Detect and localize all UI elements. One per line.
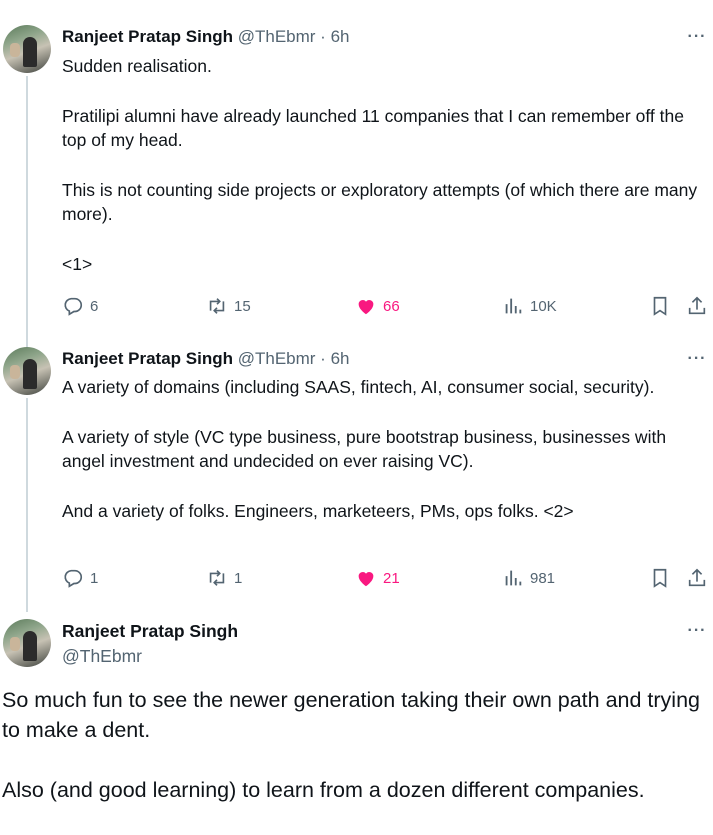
like-button[interactable]: 66 [355, 294, 400, 318]
avatar[interactable] [3, 619, 51, 667]
avatar[interactable] [3, 25, 51, 73]
tweet-paragraph: A variety of style (VC type business, pu… [62, 426, 667, 472]
timestamp[interactable]: 6h [331, 349, 350, 368]
more-icon[interactable]: ··· [687, 351, 707, 372]
tweet-paragraph: Also (and good learning) to learn from a… [2, 778, 645, 802]
retweet-icon [209, 570, 225, 586]
share-icon [688, 296, 706, 315]
more-icon[interactable]: ··· [687, 29, 707, 50]
tweet-text: Sudden realisation. Pratilipi alumni hav… [62, 54, 702, 276]
author-handle[interactable]: @ThEbmr [238, 27, 316, 46]
like-icon [358, 300, 374, 315]
views-button[interactable]: 10K [502, 294, 557, 318]
timestamp[interactable]: 6h [331, 27, 350, 46]
retweet-button[interactable]: 1 [206, 566, 242, 590]
views-button[interactable]: 981 [502, 566, 555, 590]
tweet-paragraph: A variety of domains (including SAAS, fi… [62, 377, 655, 397]
like-count: 21 [383, 569, 400, 587]
tweet-paragraph: And a variety of folks. Engineers, marke… [62, 500, 574, 521]
views-count: 10K [530, 297, 557, 315]
separator: · [320, 349, 326, 368]
like-icon [358, 572, 374, 587]
author-handle[interactable]: @ThEbmr [238, 349, 316, 368]
views-icon [505, 570, 522, 586]
reply-icon [64, 569, 83, 588]
share-button[interactable] [686, 566, 713, 590]
tweet-paragraph: This is not counting side projects or ex… [62, 179, 698, 225]
tweet-header: Ranjeet Pratap Singh @ThEbmr · 6h [62, 347, 350, 371]
tweet-header: Ranjeet Pratap Singh @ThEbmr · 6h [62, 25, 350, 49]
reply-button[interactable]: 6 [62, 294, 98, 318]
author-name[interactable]: Ranjeet Pratap Singh [62, 27, 233, 46]
retweet-icon [209, 298, 225, 314]
share-button[interactable] [686, 294, 713, 318]
bookmark-button[interactable] [649, 294, 677, 318]
retweet-button[interactable]: 15 [206, 294, 251, 318]
bookmark-button[interactable] [649, 566, 677, 590]
share-icon [688, 568, 706, 587]
author-name[interactable]: Ranjeet Pratap Singh [62, 349, 233, 368]
tweet-text: So much fun to see the newer generation … [2, 685, 707, 835]
retweet-count: 15 [234, 297, 251, 315]
tweet-2[interactable]: Ranjeet Pratap Singh @ThEbmr · 6h ··· A … [0, 330, 713, 600]
views-count: 981 [530, 569, 556, 587]
reply-count: 1 [90, 569, 99, 587]
author-handle[interactable]: @ThEbmr [62, 644, 142, 668]
like-button[interactable]: 21 [355, 566, 400, 590]
tweet-paragraph: So much fun to see the newer generation … [2, 688, 700, 742]
more-icon[interactable]: ··· [687, 623, 707, 644]
views-icon [505, 298, 522, 314]
avatar[interactable] [3, 347, 51, 395]
reply-count: 6 [90, 297, 99, 315]
retweet-count: 1 [234, 569, 243, 587]
bookmark-icon [653, 296, 667, 316]
tweet-paragraph: Pratilipi alumni have already launched 1… [62, 105, 684, 151]
reply-icon [64, 297, 83, 316]
like-count: 66 [383, 297, 400, 315]
author-name[interactable]: Ranjeet Pratap Singh [62, 619, 238, 643]
action-bar: 1 1 21 981 [62, 566, 713, 590]
tweet-text: A variety of domains (including SAAS, fi… [62, 375, 702, 523]
separator: · [320, 27, 326, 46]
action-bar: 6 15 66 10K [62, 294, 713, 318]
tweet-paragraph: <1> [62, 253, 93, 274]
tweet-1[interactable]: Ranjeet Pratap Singh @ThEbmr · 6h ··· Su… [0, 0, 713, 330]
tweet-paragraph: Sudden realisation. [62, 56, 212, 76]
reply-button[interactable]: 1 [62, 566, 98, 590]
bookmark-icon [653, 568, 667, 588]
main-tweet[interactable]: Ranjeet Pratap Singh @ThEbmr ··· So much… [0, 600, 713, 804]
